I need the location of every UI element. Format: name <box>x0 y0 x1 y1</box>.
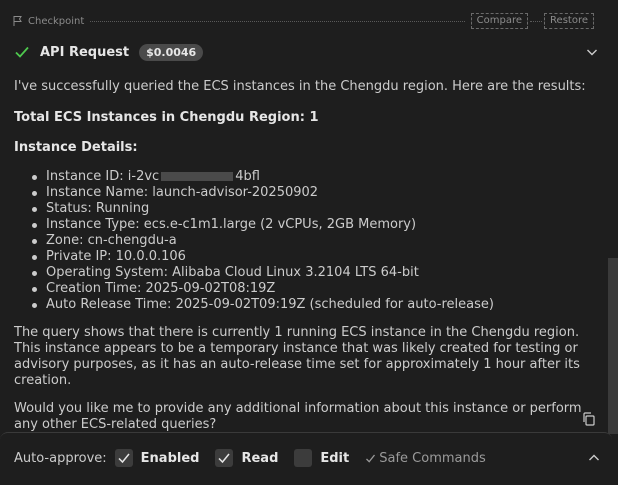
compare-button[interactable]: Compare <box>470 13 529 29</box>
auto-approve-bar: Auto-approve: Enabled Read Edit Safe Com… <box>0 432 612 485</box>
read-checkbox[interactable] <box>215 449 234 467</box>
followup-text: Would you like me to provide any additio… <box>14 401 582 432</box>
intro-text: I've successfully queried the ECS instan… <box>14 79 586 94</box>
api-request-title: API Request <box>40 44 130 60</box>
copy-icon[interactable] <box>582 412 596 426</box>
enabled-checkbox[interactable] <box>114 449 133 467</box>
list-item: Instance Type: ecs.e-c1m1.large (2 vCPUs… <box>32 217 586 233</box>
list-item: Instance Name: launch-advisor-20250902 <box>32 185 586 201</box>
chevron-up-icon[interactable] <box>588 452 600 464</box>
check-icon <box>15 46 29 58</box>
safe-commands-toggle[interactable]: Safe Commands <box>365 451 486 466</box>
api-request-header[interactable]: API Request $0.0046 <box>12 40 602 64</box>
flag-icon <box>13 16 22 26</box>
list-item: Zone: cn-chengdu-a <box>32 233 586 249</box>
checkpoint-label: Checkpoint <box>28 15 85 27</box>
list-item: Status: Running <box>32 201 586 217</box>
checkpoint-separator <box>530 20 543 22</box>
read-label[interactable]: Read <box>241 451 278 466</box>
instance-details-list: Instance ID: i-2vc 4bfl Instance Name: la… <box>14 169 586 313</box>
total-heading: Total ECS Instances in Chengdu Region: 1 <box>14 110 319 125</box>
summary-text: The query shows that there is currently … <box>14 325 580 388</box>
check-icon <box>118 453 130 464</box>
check-icon <box>218 453 231 464</box>
checkpoint-bar: Checkpoint Compare Restore <box>12 12 594 30</box>
auto-approve-label: Auto-approve: <box>14 450 107 466</box>
list-item: Creation Time: 2025-09-02T08:19Z <box>32 281 586 297</box>
list-item: Instance ID: i-2vc 4bfl <box>32 169 586 185</box>
edit-label[interactable]: Edit <box>320 451 349 466</box>
restore-button[interactable]: Restore <box>544 13 594 29</box>
safe-commands-label: Safe Commands <box>379 450 486 466</box>
cost-badge: $0.0046 <box>139 43 204 61</box>
redaction-block <box>161 172 234 181</box>
edit-checkbox[interactable] <box>294 449 313 467</box>
list-item: Private IP: 10.0.0.106 <box>32 249 586 265</box>
assistant-message: I've successfully queried the ECS instan… <box>14 79 586 433</box>
enabled-label[interactable]: Enabled <box>141 451 200 466</box>
checkpoint-divider <box>90 20 465 22</box>
list-item: Operating System: Alibaba Cloud Linux 3.… <box>32 265 586 281</box>
check-icon <box>366 454 376 463</box>
list-item: Auto Release Time: 2025-09-02T09:19Z (sc… <box>32 297 586 313</box>
scrollbar-thumb[interactable] <box>608 258 618 434</box>
instance-id-suffix: 4bfl <box>235 169 260 184</box>
instance-id-prefix: Instance ID: i-2vc <box>46 169 160 184</box>
details-heading: Instance Details: <box>14 140 138 155</box>
auto-approve-row: Auto-approve: Enabled Read Edit Safe Com… <box>14 448 486 468</box>
chevron-down-icon[interactable] <box>586 46 598 58</box>
